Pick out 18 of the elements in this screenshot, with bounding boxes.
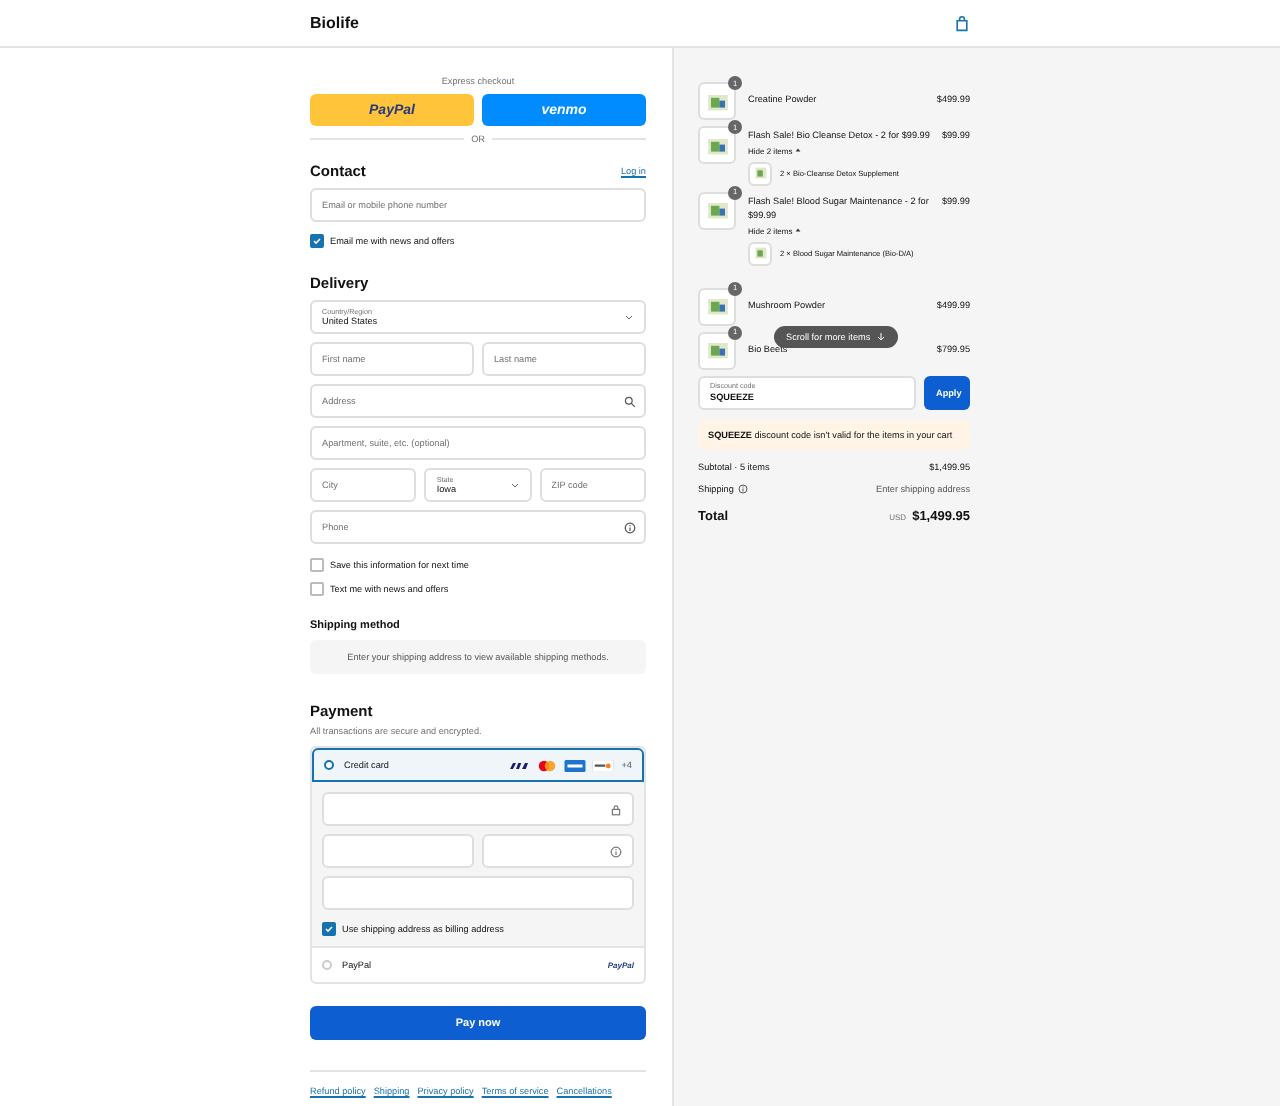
mastercard-icon: [535, 759, 558, 771]
checkbox[interactable]: [322, 922, 336, 936]
security-code-field[interactable]: [482, 834, 634, 868]
checkbox[interactable]: [310, 582, 324, 596]
shopping-bag-icon[interactable]: [954, 15, 970, 31]
lock-icon: [610, 803, 622, 815]
caret-up-icon: [794, 225, 803, 234]
search-icon: [624, 395, 636, 407]
name-on-card-field[interactable]: [322, 876, 634, 910]
checkbox[interactable]: [310, 558, 324, 572]
brand-name[interactable]: Biolife: [310, 14, 359, 32]
caret-up-icon: [794, 145, 803, 154]
expiry-field[interactable]: [322, 834, 474, 868]
card-number-field[interactable]: [322, 792, 634, 826]
help-icon: [610, 845, 622, 857]
help-icon: [624, 521, 636, 533]
checkbox[interactable]: [310, 234, 324, 248]
down-arrow-icon: [876, 332, 887, 342]
